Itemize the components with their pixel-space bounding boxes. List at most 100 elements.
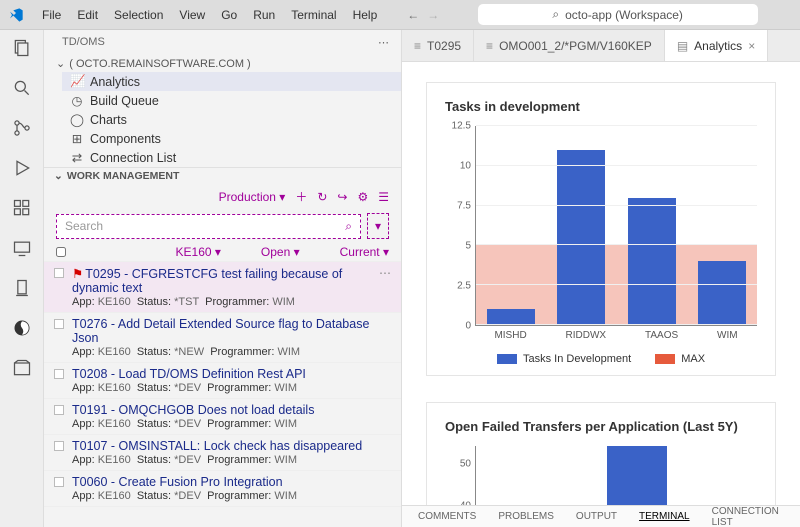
bar <box>698 261 746 325</box>
select-all-checkbox[interactable] <box>56 247 66 257</box>
menu-terminal[interactable]: Terminal <box>285 8 342 22</box>
add-task-icon[interactable]: ＋ <box>295 188 307 205</box>
menu-icon[interactable]: ☰ <box>378 190 389 204</box>
panel-tab-comments[interactable]: COMMENTS <box>418 511 476 522</box>
flag-icon: ⚑ <box>72 267 83 281</box>
bar <box>628 198 676 325</box>
editor-tab[interactable]: ≡OMO001_2/*PGM/V160KEP <box>474 30 665 61</box>
task-checkbox[interactable] <box>54 405 64 415</box>
filter-user[interactable]: KE160 ▾ <box>176 245 221 259</box>
link-icon: ⇄ <box>70 150 84 165</box>
tdoms-icon[interactable] <box>10 316 34 340</box>
chart-icon: ▤ <box>677 39 688 53</box>
sidebar-more-icon[interactable]: ⋯ <box>378 36 389 49</box>
task-checkbox[interactable] <box>54 441 64 451</box>
filter-status[interactable]: Open ▾ <box>261 245 300 259</box>
menu-go[interactable]: Go <box>215 8 243 22</box>
remote-icon[interactable] <box>10 236 34 260</box>
panel-tab-problems[interactable]: PROBLEMS <box>498 511 554 522</box>
task-checkbox[interactable] <box>54 268 64 278</box>
task-checkbox[interactable] <box>54 369 64 379</box>
legend-item: Tasks In Development <box>497 353 631 365</box>
y-tick: 40 <box>460 501 471 506</box>
file-icon: ≡ <box>486 39 493 53</box>
refresh-icon[interactable]: ↻ <box>317 190 327 204</box>
menu-selection[interactable]: Selection <box>108 8 169 22</box>
editor-area: ≡T0295≡OMO001_2/*PGM/V160KEP▤Analytics× … <box>402 30 800 527</box>
chart-title: Open Failed Transfers per Application (L… <box>445 419 757 434</box>
sidebar-item-connection-list[interactable]: ⇄Connection List <box>62 148 401 167</box>
search-options-dropdown[interactable]: ▾ <box>367 213 389 239</box>
menu-edit[interactable]: Edit <box>71 8 104 22</box>
legend-item: MAX <box>655 353 705 365</box>
explorer-icon[interactable] <box>10 36 34 60</box>
task-item[interactable]: T0191 - OMQCHGOB Does not load detailsAp… <box>44 399 401 435</box>
task-meta: App: KE160 Status: *NEW Programmer: WIM <box>72 346 389 358</box>
task-more-icon[interactable]: ⋯ <box>379 266 391 280</box>
chart-tasks-in-dev: Tasks in development 02.557.51012.5 MISH… <box>426 82 776 376</box>
task-checkbox[interactable] <box>54 477 64 487</box>
bar <box>557 150 605 325</box>
task-item[interactable]: T0208 - Load TD/OMS Definition Rest APIA… <box>44 363 401 399</box>
task-item[interactable]: T0060 - Create Fusion Pro IntegrationApp… <box>44 471 401 507</box>
task-search-input[interactable]: Search ⌕ <box>56 214 361 239</box>
connection-node[interactable]: ⌄ ( OCTO.REMAINSOFTWARE.COM ) <box>44 55 401 72</box>
sidebar-item-build-queue[interactable]: ◷Build Queue <box>62 91 401 110</box>
menu-view[interactable]: View <box>173 8 211 22</box>
filter-scope[interactable]: Current ▾ <box>340 245 389 259</box>
environment-dropdown[interactable]: Production ▾ <box>219 190 286 204</box>
task-meta: App: KE160 Status: *DEV Programmer: WIM <box>72 490 389 502</box>
panel-tab-connection-list[interactable]: CONNECTION LIST <box>712 506 779 527</box>
nav-forward-icon[interactable]: → <box>427 8 439 22</box>
task-item[interactable]: ⚑T0295 - CFGRESTCFG test failing because… <box>44 262 401 313</box>
circle-icon: ◯ <box>70 112 84 127</box>
task-title: T0191 - OMQCHGOB Does not load details <box>72 403 389 417</box>
x-label: RIDDWX <box>566 330 607 341</box>
task-title: T0107 - OMSINSTALL: Lock check has disap… <box>72 439 389 453</box>
activity-bar <box>0 30 44 527</box>
export-icon[interactable]: ↪ <box>337 190 347 204</box>
bar <box>487 309 535 325</box>
sidebar-item-charts[interactable]: ◯Charts <box>62 110 401 129</box>
vscode-logo-icon <box>8 7 24 23</box>
device-icon[interactable] <box>10 276 34 300</box>
extensions-icon[interactable] <box>10 196 34 220</box>
title-search[interactable]: ⌕ octo-app (Workspace) <box>478 4 758 25</box>
puzzle-icon: ⊞ <box>70 131 84 146</box>
panel-tab-terminal[interactable]: TERMINAL <box>639 511 690 522</box>
analytics-content: Tasks in development 02.557.51012.5 MISH… <box>402 62 800 505</box>
debug-icon[interactable] <box>10 156 34 180</box>
chart-failed-transfers: Open Failed Transfers per Application (L… <box>426 402 776 505</box>
sidebar-item-analytics[interactable]: 📈Analytics <box>62 72 401 91</box>
search-icon: ⌕ <box>552 7 559 22</box>
chart-title: Tasks in development <box>445 99 757 114</box>
y-tick: 50 <box>460 459 471 470</box>
menu-file[interactable]: File <box>36 8 67 22</box>
tab-bar: ≡T0295≡OMO001_2/*PGM/V160KEP▤Analytics× <box>402 30 800 62</box>
scm-icon[interactable] <box>10 116 34 140</box>
close-icon[interactable]: × <box>748 39 755 53</box>
task-item[interactable]: T0107 - OMSINSTALL: Lock check has disap… <box>44 435 401 471</box>
settings-gear-icon[interactable]: ⚙ <box>357 190 368 204</box>
menu-help[interactable]: Help <box>347 8 384 22</box>
chart-line-icon: 📈 <box>70 74 84 89</box>
x-label: MISHD <box>494 330 526 341</box>
y-tick: 0 <box>465 321 471 332</box>
y-tick: 10 <box>460 161 471 172</box>
project-icon[interactable] <box>10 356 34 380</box>
y-tick: 12.5 <box>452 121 471 132</box>
chevron-down-icon: ⌄ <box>54 170 63 182</box>
nav-back-icon[interactable]: ← <box>407 8 419 22</box>
task-checkbox[interactable] <box>54 319 64 329</box>
chevron-down-icon: ⌄ <box>56 57 65 70</box>
panel-tab-output[interactable]: OUTPUT <box>576 511 617 522</box>
sidebar-item-components[interactable]: ⊞Components <box>62 129 401 148</box>
y-tick: 2.5 <box>457 281 471 292</box>
clock-icon: ◷ <box>70 93 84 108</box>
editor-tab[interactable]: ≡T0295 <box>402 30 474 61</box>
task-item[interactable]: T0276 - Add Detail Extended Source flag … <box>44 313 401 363</box>
search-activity-icon[interactable] <box>10 76 34 100</box>
menu-run[interactable]: Run <box>247 8 281 22</box>
editor-tab[interactable]: ▤Analytics× <box>665 30 768 61</box>
work-management-section[interactable]: ⌄ WORK MANAGEMENT <box>44 167 401 184</box>
